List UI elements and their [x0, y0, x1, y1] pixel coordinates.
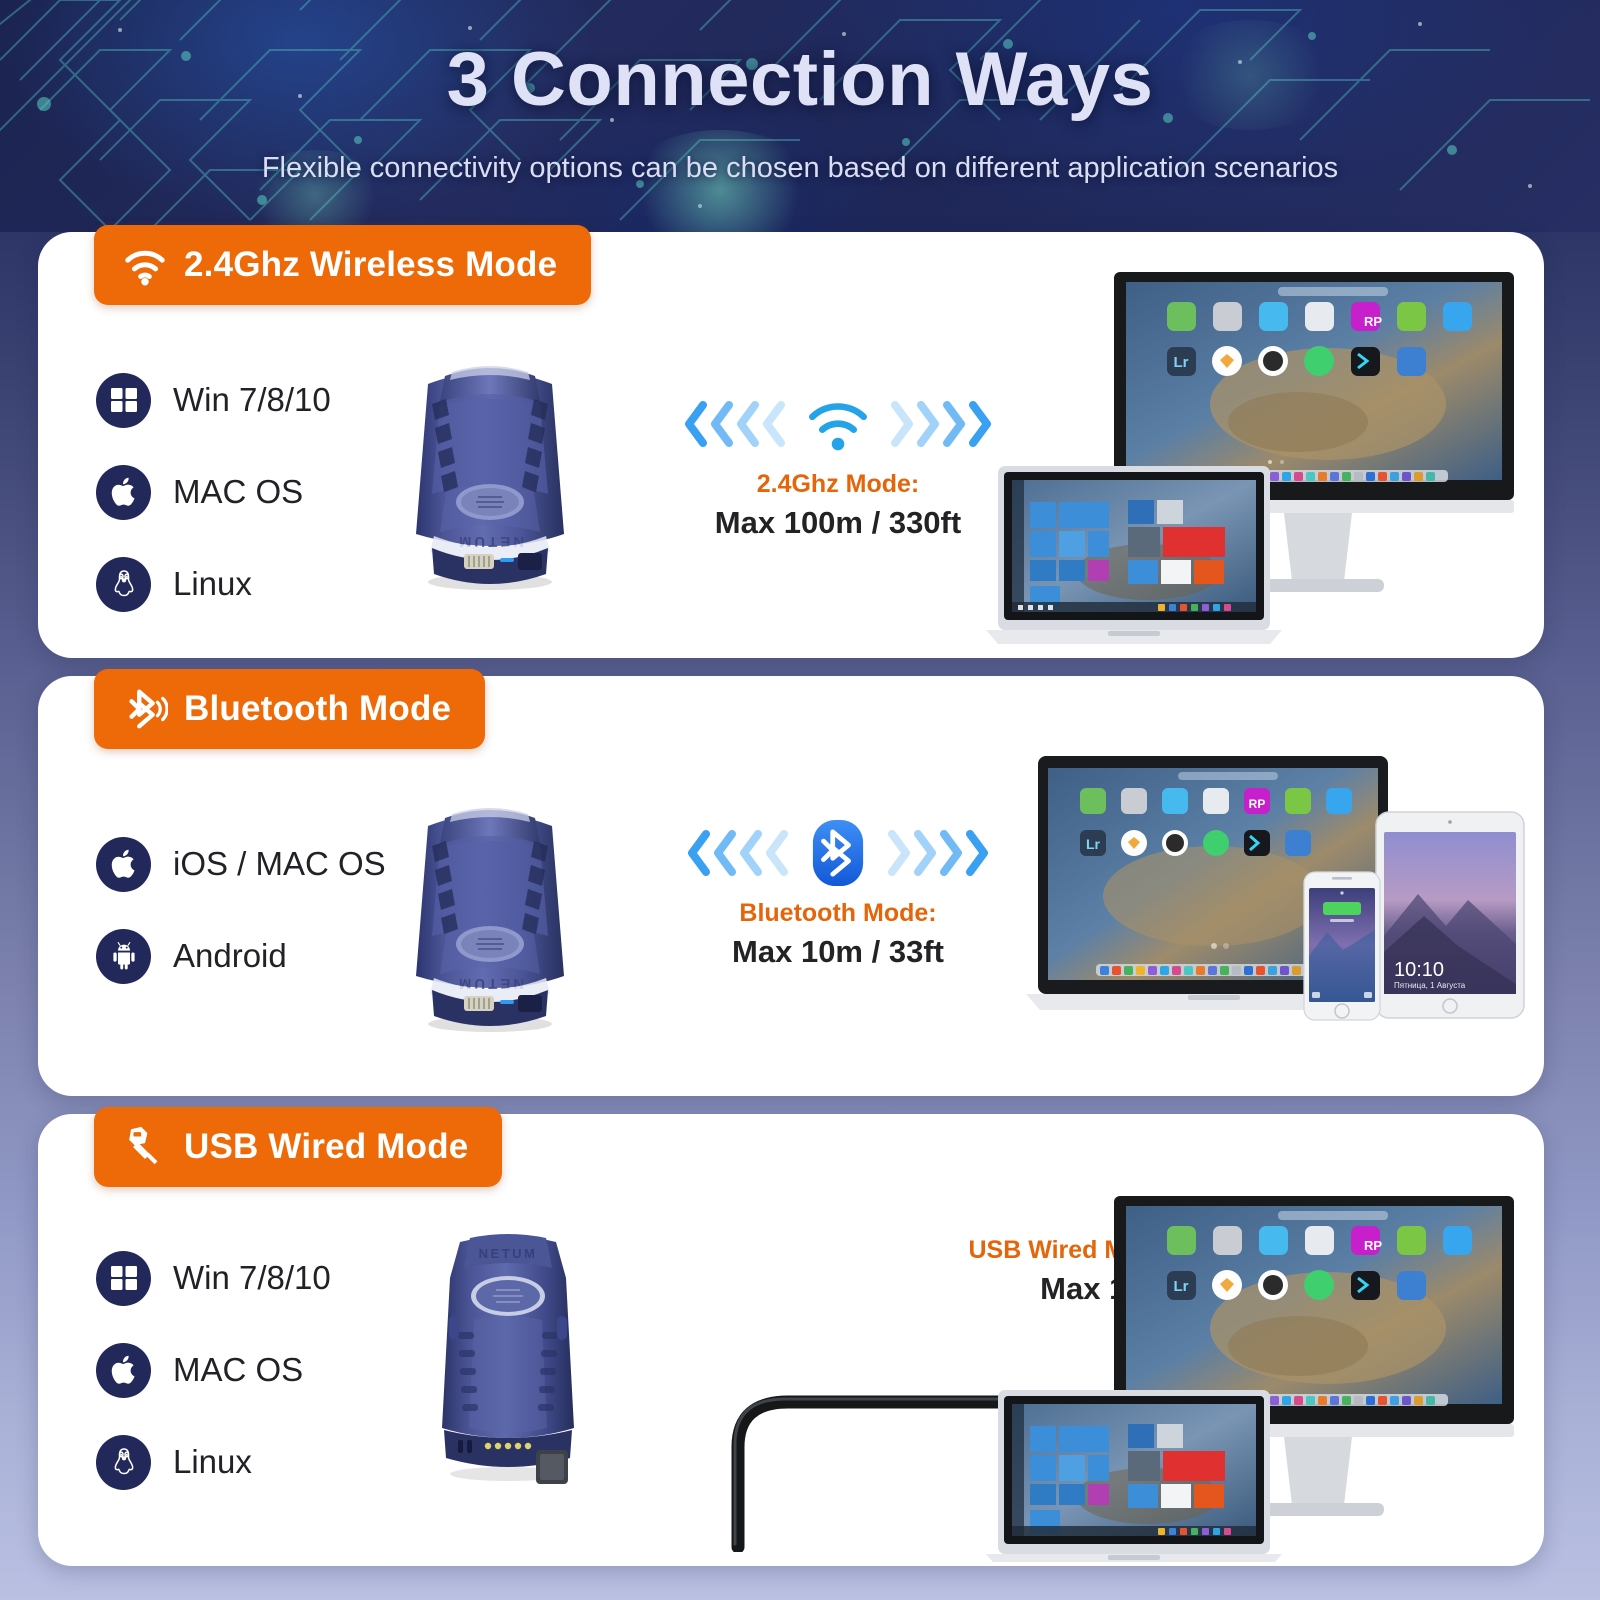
page-subtitle: Flexible connectivity options can be cho…	[261, 152, 1339, 184]
device-screens-cluster: Lr RP	[968, 254, 1528, 659]
usb-plug-icon	[129, 1126, 158, 1165]
svg-text:Lr: Lr	[1174, 354, 1189, 371]
device-screens-cluster: RP Lr	[968, 1192, 1528, 1568]
chevron-right-icon	[940, 830, 962, 876]
chevron-left-icon	[740, 830, 762, 876]
os-label: Android	[173, 937, 287, 974]
ipad-clock-time: 10:10	[1394, 959, 1444, 981]
windows-laptop	[986, 1390, 1282, 1568]
list-item: Linux	[96, 538, 331, 630]
chevron-right-icon	[917, 401, 939, 447]
ipad: 10:10 Пятница, 1 Августа	[1375, 811, 1525, 1019]
windows-laptop	[986, 466, 1282, 644]
chevron-right-icon	[891, 401, 913, 447]
os-label: Win 7/8/10	[173, 1259, 331, 1296]
chevron-right-icon	[914, 830, 936, 876]
range-indicator-bluetooth: Bluetooth Mode: Max 10m / 33ft	[648, 819, 1028, 970]
device-screens-cluster: RP Lr	[1018, 746, 1538, 1041]
banner-bluetooth-mode: Bluetooth Mode	[94, 669, 486, 749]
list-item: Win 7/8/10	[96, 1232, 331, 1324]
os-label: MAC OS	[173, 473, 304, 510]
chevron-left-icon	[685, 401, 707, 447]
apple-icon	[96, 464, 151, 520]
os-label: Linux	[173, 1443, 252, 1480]
os-support-list: Win 7/8/10 MAC OS Linux	[96, 1232, 331, 1508]
linux-tux-icon	[96, 556, 151, 612]
chevron-left-icon	[711, 401, 733, 447]
page-title: 3 Connection Ways	[446, 37, 1154, 122]
svg-text:RP: RP	[1364, 314, 1382, 329]
card-usb-mode: USB Wired Mode Win 7/8/10 MAC OS Linux N…	[38, 1107, 1544, 1568]
barcode-scanner-back-view: NETUM	[390, 342, 590, 597]
os-label: MAC OS	[173, 1351, 304, 1388]
apple-icon	[96, 836, 151, 892]
os-label: iOS / MAC OS	[173, 845, 386, 882]
apple-icon	[96, 1342, 151, 1398]
os-support-list: iOS / MAC OS Android	[96, 818, 386, 1002]
svg-text:RP: RP	[1364, 1238, 1382, 1253]
svg-text:RP: RP	[1249, 797, 1266, 811]
iphone	[1303, 871, 1381, 1021]
infographic-page: 3 Connection Ways Flexible connectivity …	[0, 0, 1600, 1600]
card-wireless-mode: 2.4Ghz Wireless Mode Win 7/8/10 MAC OS L…	[38, 225, 1544, 659]
banner-usb-mode: USB Wired Mode	[94, 1107, 503, 1187]
card-bluetooth-mode: Bluetooth Mode iOS / MAC OS Android NETU…	[38, 669, 1544, 1096]
list-item: MAC OS	[96, 446, 331, 538]
os-label: Linux	[173, 565, 252, 602]
wifi-icon	[808, 403, 867, 451]
bluetooth-icon	[129, 689, 168, 729]
chevron-left-icon	[688, 830, 710, 876]
chevron-left-icon	[763, 401, 785, 447]
banner-label: USB Wired Mode	[184, 1127, 469, 1166]
list-item: Win 7/8/10	[96, 354, 331, 446]
chevron-right-icon	[943, 401, 965, 447]
list-item: iOS / MAC OS	[96, 818, 386, 910]
svg-text:Lr: Lr	[1174, 1278, 1189, 1295]
banner-wireless-mode: 2.4Ghz Wireless Mode	[94, 225, 592, 305]
hero-header: 3 Connection Ways Flexible connectivity …	[0, 0, 1600, 232]
device-brand: NETUM	[479, 1246, 538, 1261]
svg-text:Lr: Lr	[1086, 836, 1101, 852]
list-item: Linux	[96, 1416, 331, 1508]
barcode-scanner-back-view: NETUM	[390, 784, 590, 1039]
banner-label: Bluetooth Mode	[184, 689, 452, 728]
linux-tux-icon	[96, 1434, 151, 1490]
android-icon	[96, 928, 151, 984]
chevron-right-icon	[966, 830, 988, 876]
mode-label: Bluetooth Mode:	[739, 899, 937, 927]
wifi-icon	[125, 250, 165, 286]
os-label: Win 7/8/10	[173, 381, 331, 418]
ipad-clock-date: Пятница, 1 Августа	[1394, 981, 1466, 990]
chevron-left-icon	[766, 830, 788, 876]
signal-arrows	[648, 819, 1028, 887]
banner-label: 2.4Ghz Wireless Mode	[184, 245, 558, 284]
bluetooth-badge-icon	[812, 819, 864, 887]
barcode-scanner-front-view: NETUM	[408, 1224, 608, 1489]
chevron-left-icon	[714, 830, 736, 876]
mode-range: Max 10m / 33ft	[732, 934, 944, 969]
windows-icon	[96, 372, 151, 428]
chevron-right-icon	[888, 830, 910, 876]
list-item: MAC OS	[96, 1324, 331, 1416]
os-support-list: Win 7/8/10 MAC OS Linux	[96, 354, 331, 630]
windows-icon	[96, 1250, 151, 1306]
chevron-left-icon	[737, 401, 759, 447]
list-item: Android	[96, 910, 386, 1002]
